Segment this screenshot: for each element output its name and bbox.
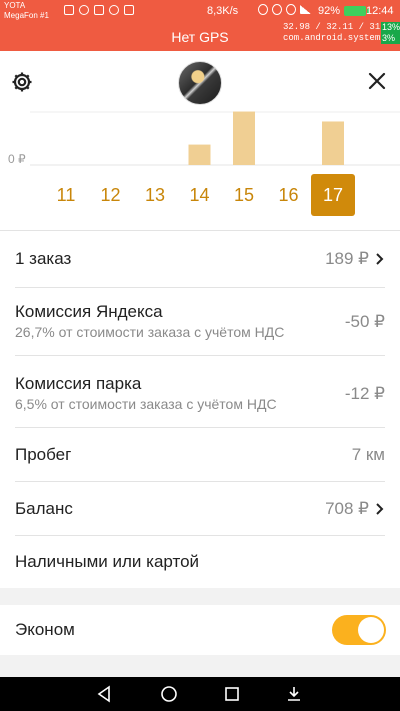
- screen: YOTA MegaFon #1 8,3K/s 92% 12:44 Нет GPS…: [0, 0, 400, 711]
- alarm-icon: [272, 4, 282, 15]
- yandex-commission-description: 26,7% от стоимости заказа с учётом НДС: [15, 324, 285, 340]
- notification-icon: [79, 5, 89, 15]
- yandex-commission-value: -50 ₽: [344, 312, 385, 331]
- day-tab-15[interactable]: 15: [222, 174, 266, 216]
- recents-icon[interactable]: [224, 685, 240, 703]
- gear-icon[interactable]: [10, 70, 34, 94]
- debug-overlay-line: com.android.systemui: [283, 33, 392, 43]
- toggle-knob: [358, 617, 384, 643]
- debug-overlay: 32.98 / 32.11 / 31.91 com.android.system…: [283, 22, 396, 44]
- park-commission-row: Комиссия парка 6,5% от стоимости заказа …: [15, 356, 385, 428]
- day-tab-14[interactable]: 14: [178, 174, 222, 216]
- mileage-row: Пробег 7 км: [15, 428, 385, 482]
- home-icon[interactable]: [160, 685, 178, 703]
- back-icon[interactable]: [96, 685, 112, 703]
- balance-row[interactable]: Баланс 708 ₽: [15, 482, 385, 536]
- heart-icon: [109, 5, 119, 15]
- network-speed: 8,3K/s: [207, 5, 239, 17]
- signal-icon: [300, 5, 311, 14]
- debug-overlay-line: 32.98 / 32.11 / 31.91: [283, 22, 397, 32]
- chevron-right-icon: [376, 503, 384, 515]
- clock: 12:44: [366, 5, 394, 17]
- section-divider: [0, 588, 400, 605]
- yandex-commission-row: Комиссия Яндекса 26,7% от стоимости зака…: [15, 288, 385, 356]
- notifications-pull-icon[interactable]: [286, 685, 302, 703]
- notification-icon: [94, 5, 104, 15]
- tariff-toggle[interactable]: [332, 615, 386, 645]
- notification-icon: [64, 5, 74, 15]
- notification-icons: [64, 5, 134, 15]
- orders-label: 1 заказ: [15, 249, 72, 268]
- chart-bar-14[interactable]: [188, 144, 211, 165]
- orders-value: 189 ₽: [325, 249, 369, 268]
- debug-side-indicator: 13% 3%: [381, 22, 400, 44]
- status-bar: YOTA MegaFon #1 8,3K/s 92% 12:44: [0, 0, 400, 22]
- day-tab-13[interactable]: 13: [133, 174, 177, 216]
- battery-icon: [344, 6, 369, 16]
- section-divider: [0, 655, 400, 677]
- yandex-commission-label: Комиссия Яндекса: [15, 302, 163, 321]
- park-commission-description: 6,5% от стоимости заказа с учётом НДС: [15, 396, 277, 412]
- day-tab-11[interactable]: 11: [44, 174, 88, 216]
- chart-bar-15[interactable]: [233, 111, 255, 165]
- carrier-info: YOTA MegaFon #1: [4, 1, 49, 21]
- app-header: [0, 51, 400, 111]
- payment-method-label: Наличными или картой: [15, 552, 200, 571]
- day-tab-16[interactable]: 16: [267, 174, 311, 216]
- battery-percent: 92%: [318, 5, 341, 17]
- y-tick-label: 0 ₽: [8, 152, 26, 166]
- debug-side-value: 13%: [382, 22, 400, 32]
- chart-bar-17[interactable]: [322, 121, 344, 165]
- avatar[interactable]: [178, 61, 222, 105]
- orders-row[interactable]: 1 заказ 189 ₽: [15, 232, 385, 288]
- close-icon[interactable]: [367, 71, 387, 91]
- chevron-right-icon: [376, 253, 384, 265]
- debug-side-value: 3%: [382, 33, 396, 43]
- navigation-bar: [0, 677, 400, 711]
- balance-value: 708 ₽: [325, 499, 369, 518]
- bluetooth-icon: [258, 4, 268, 15]
- system-icons: [258, 4, 311, 15]
- park-commission-label: Комиссия парка: [15, 374, 142, 393]
- wifi-icon: [286, 4, 296, 15]
- mileage-value: 7 км: [351, 445, 385, 464]
- tariff-label: Эконом: [15, 620, 75, 639]
- carrier-name-1: YOTA: [4, 1, 26, 10]
- tariff-row[interactable]: Эконом: [15, 605, 385, 655]
- park-commission-value: -12 ₽: [344, 384, 385, 403]
- notification-icon: [124, 5, 134, 15]
- carrier-name-2: MegaFon #1: [4, 11, 49, 20]
- day-tab-17[interactable]: 17: [311, 174, 355, 216]
- day-tab-12[interactable]: 12: [89, 174, 133, 216]
- payment-method-row: Наличными или картой: [15, 536, 385, 588]
- mileage-label: Пробег: [15, 445, 72, 464]
- balance-label: Баланс: [15, 499, 73, 518]
- earnings-chart: 0 ₽ 11 12 13 14 15 16 17: [0, 111, 400, 231]
